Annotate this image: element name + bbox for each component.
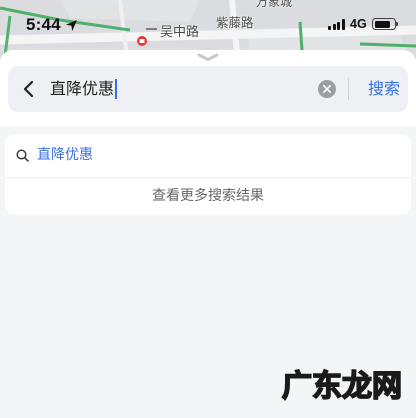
suggestion-item[interactable]: 直降优惠 <box>5 134 411 177</box>
more-results-link[interactable]: 查看更多搜索结果 <box>5 178 411 215</box>
signal-bar <box>337 21 340 30</box>
suggestion-text: 直降优惠 <box>37 147 93 163</box>
search-icon <box>16 149 29 162</box>
signal-bar <box>341 19 345 30</box>
search-query-text: 直降优惠 <box>50 79 115 98</box>
search-input[interactable]: 直降优惠 <box>50 79 118 99</box>
battery-fill <box>374 20 390 28</box>
search-divider <box>348 78 349 100</box>
network-type: 4G <box>350 17 367 31</box>
battery-cap <box>396 22 398 26</box>
signal-bar <box>328 26 331 30</box>
clear-icon[interactable] <box>318 80 336 98</box>
battery-icon <box>372 18 396 30</box>
search-button[interactable]: 搜索 <box>360 66 408 112</box>
status-time: 5:44 <box>26 15 61 34</box>
signal-icon <box>328 19 346 30</box>
watermark: 广东龙网 <box>281 368 403 405</box>
search-bar: 直降优惠 搜索 <box>8 66 408 112</box>
sheet-header: 直降优惠 搜索 <box>0 50 416 126</box>
suggestion-card: 直降优惠 查看更多搜索结果 <box>5 134 411 215</box>
location-arrow-icon <box>66 20 77 31</box>
green-road <box>359 42 416 48</box>
chevron-left-icon[interactable] <box>22 80 36 98</box>
search-sheet: 直降优惠 搜索 直降优惠 查看更多搜索结果 <box>0 50 416 418</box>
chevron-down-icon[interactable] <box>197 53 219 62</box>
text-cursor <box>115 79 118 99</box>
status-bar: 5:44 4G <box>0 0 416 44</box>
signal-bar <box>332 24 336 30</box>
